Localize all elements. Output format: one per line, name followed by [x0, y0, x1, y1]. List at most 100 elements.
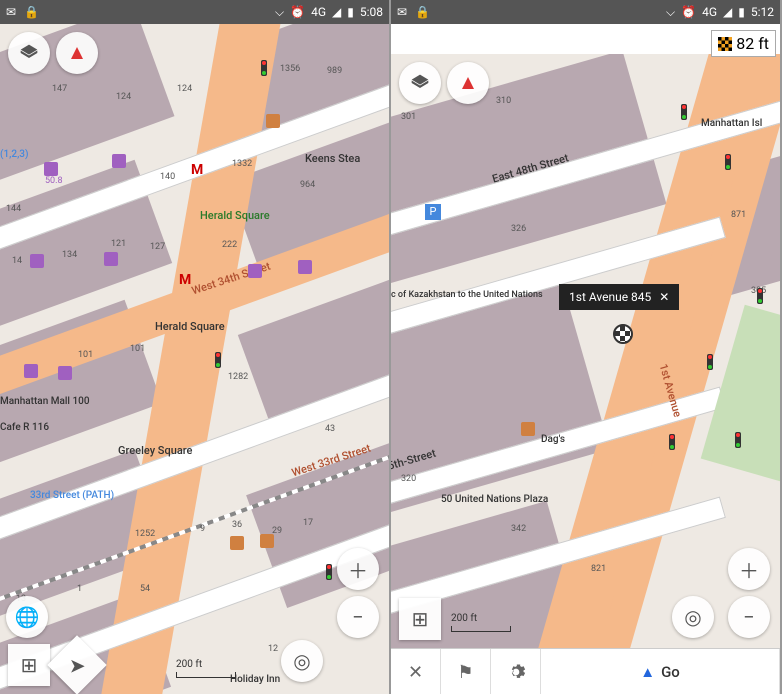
addr: 127	[150, 242, 165, 252]
compass-button[interactable]	[56, 32, 98, 74]
poi-icon	[248, 264, 262, 278]
poi-icon	[24, 364, 38, 378]
traffic-light-icon	[215, 352, 221, 368]
label-unplaza: 50 United Nations Plaza	[441, 494, 548, 505]
tooltip-close-button[interactable]: ✕	[659, 290, 669, 304]
scale-text: 200 ft	[176, 659, 202, 670]
parking-icon: P	[425, 204, 441, 220]
addr: 101	[78, 350, 93, 360]
alarm-icon: ⏰	[681, 5, 696, 19]
gear-icon	[506, 662, 526, 682]
network-label: 4G	[311, 5, 326, 19]
label-holiday: Holiday Inn	[230, 674, 280, 685]
menu-button[interactable]: ⊞	[399, 598, 441, 640]
addr: 124	[116, 92, 131, 102]
addr: 17	[303, 518, 313, 528]
marker-tooltip: 1st Avenue 845 ✕	[559, 284, 679, 310]
layers-button[interactable]	[399, 62, 441, 104]
poi-food-icon	[266, 114, 280, 128]
layers-icon	[410, 73, 430, 93]
bluetooth-icon: ⌵	[275, 5, 284, 20]
map-canvas[interactable]: East 48th Street 1st Avenue 45th-Street …	[391, 54, 780, 648]
zoom-in-button[interactable]: ＋	[337, 548, 379, 590]
traffic-light-icon	[326, 564, 332, 580]
addr: 989	[327, 66, 342, 76]
locate-button[interactable]: ◎	[672, 596, 714, 638]
label-mall: Manhattan Mall 100	[0, 396, 90, 407]
go-button[interactable]: ▲ Go	[541, 649, 780, 694]
zoom-out-button[interactable]: −	[337, 596, 379, 638]
addr: 342	[511, 524, 526, 534]
addr: 54	[140, 584, 150, 594]
addr: 124	[177, 84, 192, 94]
zoom-out-button[interactable]: −	[728, 596, 770, 638]
cancel-button[interactable]: ✕	[391, 649, 441, 694]
compass-icon	[462, 77, 474, 89]
label-manhattanisl: Manhattan Isl	[701, 118, 762, 129]
poi-icon	[104, 252, 118, 266]
globe-button[interactable]: 🌐	[6, 596, 48, 638]
addr: 101	[130, 344, 145, 354]
map-canvas[interactable]: Herald Square Herald Square Greeley Squa…	[0, 24, 389, 694]
label-cafer: Cafe R 116	[0, 422, 49, 433]
gmail-icon: ✉	[397, 5, 407, 19]
scale-indicator: 200 ft	[176, 659, 236, 678]
traffic-light-icon	[261, 60, 267, 76]
distance-badge[interactable]: 82 ft	[711, 30, 776, 57]
addr: 320	[401, 474, 416, 484]
poi-icon	[58, 366, 72, 380]
bottom-toolbar: ✕ ⚑ ▲ Go	[391, 648, 780, 694]
addr: 1282	[228, 372, 248, 382]
layers-icon	[19, 43, 39, 63]
scale-indicator: 200 ft	[451, 613, 511, 632]
label-path: 33rd Street (PATH)	[30, 490, 114, 501]
waypoint-button[interactable]: ⚑	[441, 649, 491, 694]
network-label: 4G	[702, 5, 717, 19]
locate-button[interactable]: ◎	[281, 640, 323, 682]
label-keens: Keens Stea	[305, 152, 360, 165]
right-screenshot: ✉ 🔒 ⌵ ⏰ 4G ◢ ▮ 5:12 East 48th Street 1st…	[391, 0, 782, 694]
traffic-light-icon	[757, 288, 763, 304]
addr: 9	[200, 524, 205, 534]
nav-arrow-icon: ▲	[640, 663, 655, 681]
poi-icon	[30, 254, 44, 268]
compass-button[interactable]	[447, 62, 489, 104]
traffic-light-icon	[707, 354, 713, 370]
lock-icon: 🔒	[24, 5, 39, 19]
traffic-light-icon	[681, 104, 687, 120]
addr: 222	[222, 240, 237, 250]
poi-food-icon	[521, 422, 535, 436]
settings-button[interactable]	[491, 649, 541, 694]
addr: 1	[77, 584, 82, 594]
addr: 43	[325, 424, 335, 434]
addr: 821	[591, 564, 606, 574]
layers-button[interactable]	[8, 32, 50, 74]
zoom-in-button[interactable]: ＋	[728, 548, 770, 590]
traffic-light-icon	[725, 154, 731, 170]
addr: 871	[731, 210, 746, 220]
left-screenshot: ✉ 🔒 ⌵ ⏰ 4G ◢ ▮ 5:08 Herald Square Her	[0, 0, 391, 694]
gmail-icon: ✉	[6, 5, 16, 19]
traffic-light-icon	[669, 434, 675, 450]
addr: 326	[511, 224, 526, 234]
addr: 29	[272, 526, 282, 536]
label-herald: Herald Square	[155, 320, 225, 333]
label-dags: Dag's	[541, 434, 565, 445]
status-bar: ✉ 🔒 ⌵ ⏰ 4G ◢ ▮ 5:12	[391, 0, 780, 24]
addr: 1252	[135, 529, 155, 539]
addr: 144	[6, 204, 21, 214]
poi-icon	[112, 154, 126, 168]
menu-button[interactable]: ⊞	[8, 644, 50, 686]
poi-food-icon	[230, 536, 244, 550]
addr: 310	[496, 96, 511, 106]
label-fifty: 50.8	[45, 176, 63, 186]
addr: 14	[12, 256, 22, 266]
addr: 1356	[280, 64, 300, 74]
lock-icon: 🔒	[415, 5, 430, 19]
addr: 12	[268, 644, 278, 654]
signal-icon: ◢	[332, 5, 341, 19]
addr: 134	[62, 250, 77, 260]
destination-marker[interactable]	[613, 324, 633, 344]
addr: 147	[52, 84, 67, 94]
traffic-light-icon	[735, 432, 741, 448]
